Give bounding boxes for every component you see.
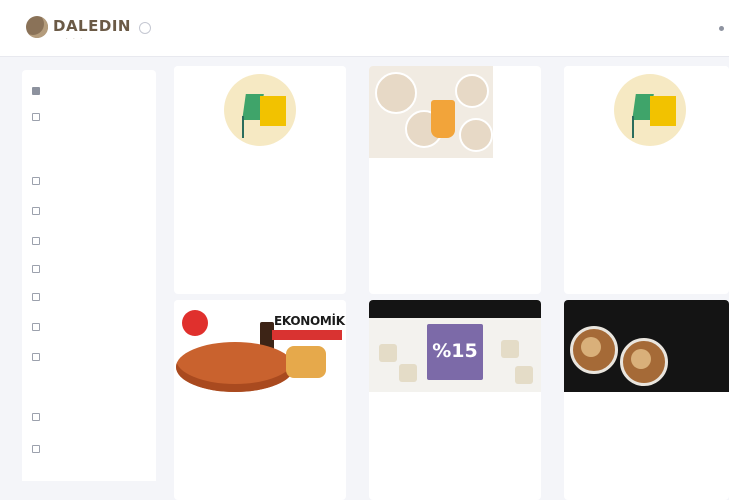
chart-icon [32, 265, 40, 273]
sidebar-item-3[interactable] [32, 174, 154, 188]
sidebar-item-9[interactable] [32, 350, 154, 364]
brand-subtitle: · · · [66, 36, 84, 42]
news-card[interactable] [174, 66, 346, 294]
card-image: %15 [369, 300, 541, 392]
sidebar-item-8[interactable] [32, 320, 154, 334]
news-card[interactable]: %15 [369, 300, 541, 500]
menu-toggle-icon[interactable] [139, 22, 151, 34]
sidebar-item-home[interactable] [32, 84, 154, 98]
sidebar-item-6[interactable] [32, 262, 154, 276]
discount-badge: %15 [432, 340, 478, 362]
card-image: EKONOMİK! [174, 300, 346, 392]
card-image [564, 66, 729, 158]
sidebar-item-5[interactable] [32, 234, 154, 248]
sidebar-item-2[interactable] [32, 110, 154, 124]
sidebar-item-11[interactable] [32, 442, 154, 456]
settings-icon [32, 445, 40, 453]
sidebar-item-10[interactable] [32, 410, 154, 424]
list-icon [32, 177, 40, 185]
brand-mark-icon [26, 16, 48, 38]
top-navbar: DALEDIN · · · [0, 0, 729, 57]
user-menu[interactable] [719, 22, 729, 34]
news-card[interactable]: EKONOMİK! [174, 300, 346, 500]
sidebar [22, 70, 156, 481]
user-icon [719, 25, 724, 31]
news-card[interactable] [564, 300, 729, 500]
grid-icon [32, 293, 40, 301]
promo-banner-text: EKONOMİK! [274, 314, 346, 328]
calendar-icon [32, 353, 40, 361]
home-icon [32, 87, 40, 95]
brand-logo[interactable]: DALEDIN · · · [26, 10, 136, 46]
file-icon [32, 323, 40, 331]
folder-icon [32, 237, 40, 245]
brand-name: DALEDIN [53, 17, 131, 35]
sidebar-item-4[interactable] [32, 204, 154, 218]
sidebar-item-7[interactable] [32, 290, 154, 304]
news-card[interactable] [369, 66, 541, 294]
document-icon [32, 207, 40, 215]
page-icon [32, 113, 40, 121]
card-image [564, 300, 729, 392]
card-image [369, 66, 541, 158]
card-image [174, 66, 346, 158]
user-icon [32, 413, 40, 421]
news-card[interactable] [564, 66, 729, 294]
